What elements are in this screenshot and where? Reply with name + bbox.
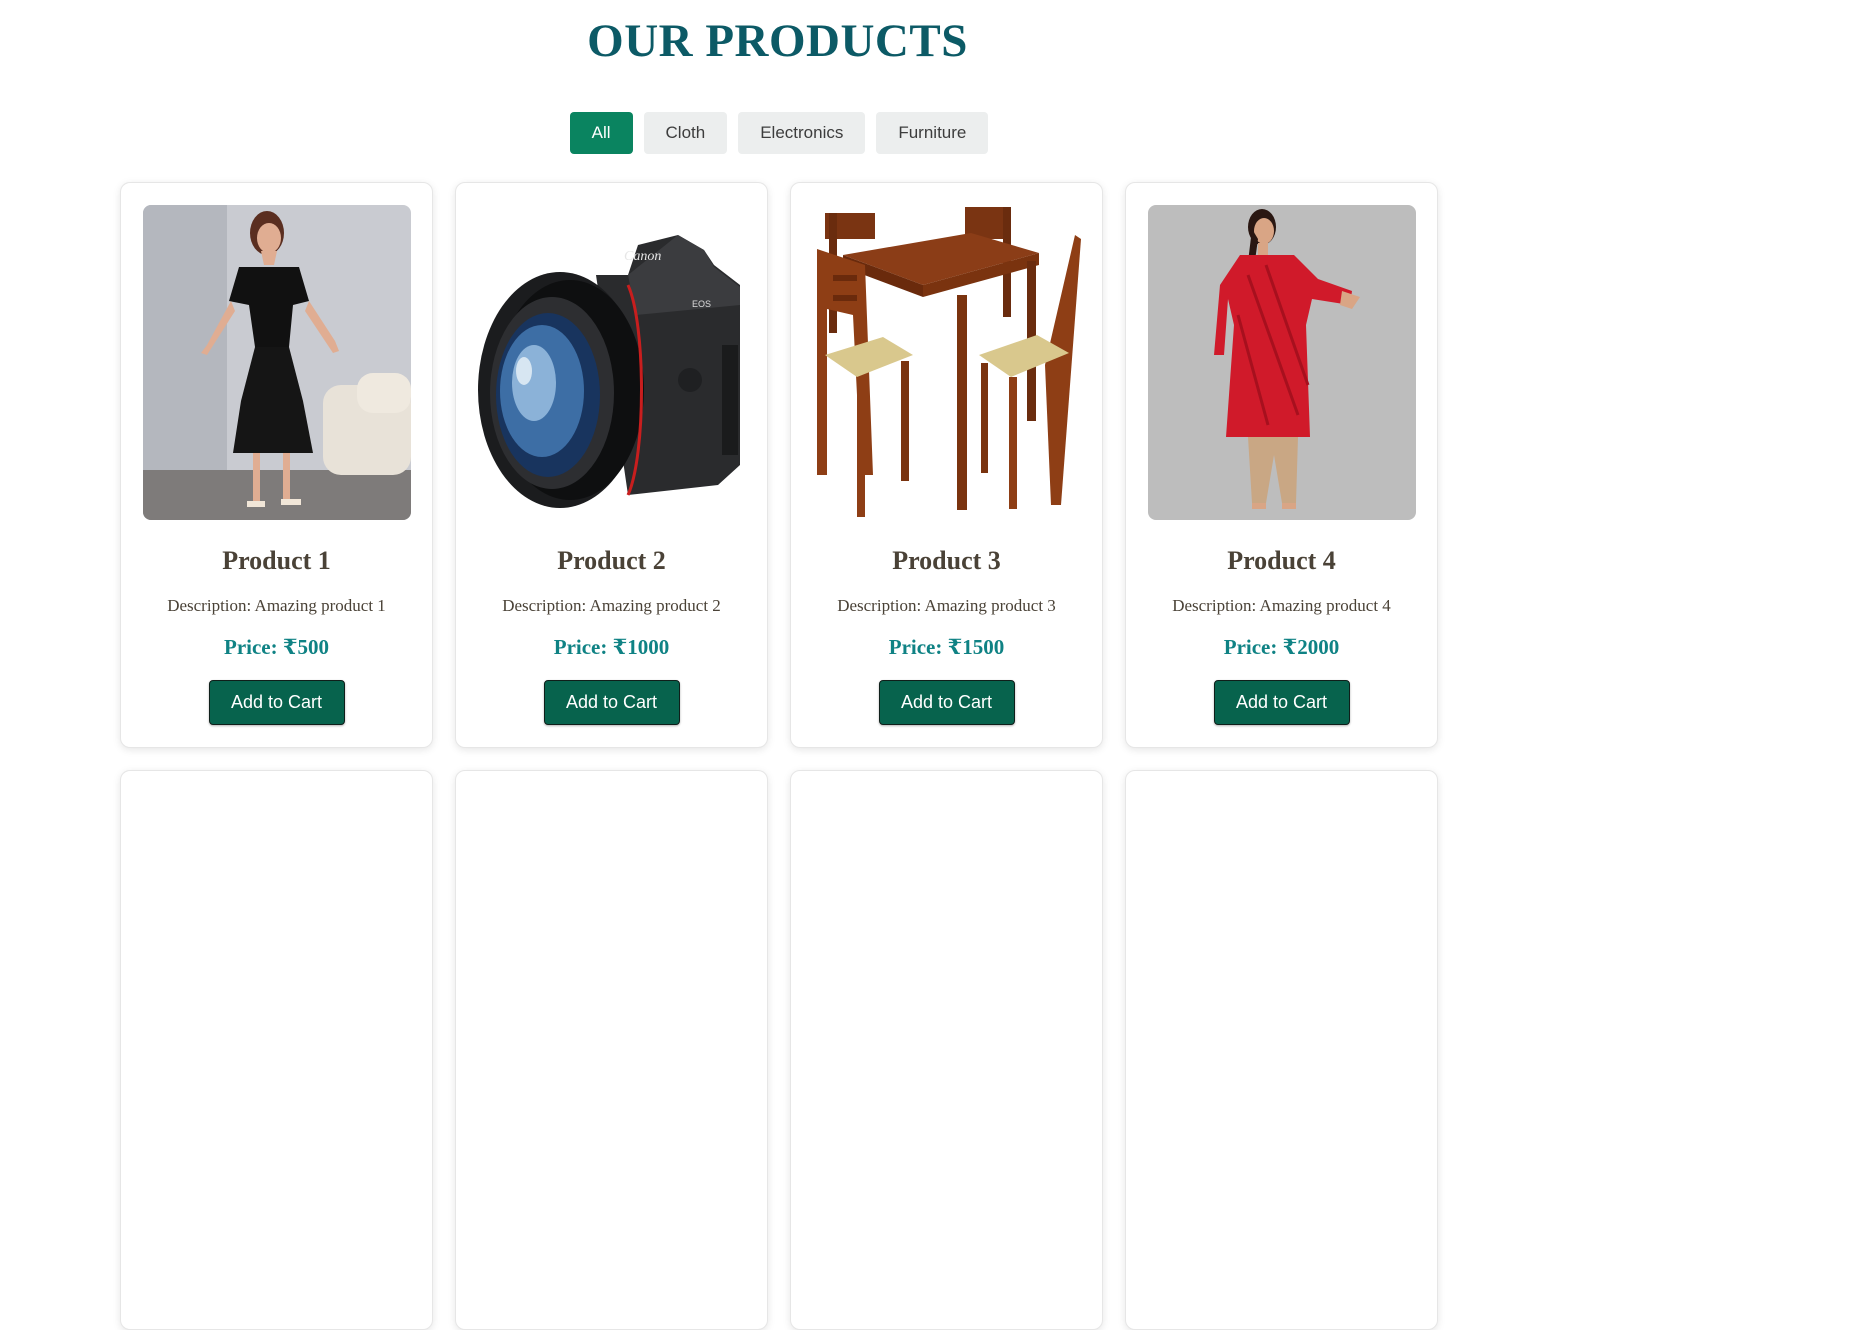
product-name: Product 2 [557,546,666,575]
red-kurta-photo [1148,205,1416,520]
filter-furniture-button[interactable]: Furniture [876,112,989,154]
product-card: Product 1 Description: Amazing product 1… [120,182,433,748]
product-price: Price: ₹1500 [888,635,1005,659]
product-name: Product 4 [1227,546,1336,575]
product-price: Price: ₹2000 [1223,635,1340,659]
product-name: Product 1 [222,546,331,575]
product-price: Price: ₹1000 [553,635,670,659]
black-dress-photo [143,205,411,520]
product-card-next-row [120,770,433,1330]
product-description: Description: Amazing product 1 [167,596,386,615]
category-filters: All Cloth Electronics Furniture [0,112,1558,154]
filter-electronics-button[interactable]: Electronics [738,112,866,154]
svg-text:Canon: Canon [624,249,661,264]
add-to-cart-button[interactable]: Add to Cart [1213,680,1350,725]
product-name: Product 3 [892,546,1001,575]
product-card: Product 4 Description: Amazing product 4… [1125,182,1438,748]
dining-table-photo [813,205,1081,520]
page-title: OUR PRODUCTS [587,15,968,67]
add-to-cart-button[interactable]: Add to Cart [878,680,1015,725]
product-image-dress [143,205,411,520]
product-card-next-row [455,770,768,1330]
filter-cloth-button[interactable]: Cloth [643,112,728,154]
product-description: Description: Amazing product 3 [837,596,1056,615]
product-card-next-row [1125,770,1438,1330]
add-to-cart-button[interactable]: Add to Cart [208,680,345,725]
add-to-cart-button[interactable]: Add to Cart [543,680,680,725]
filter-all-button[interactable]: All [569,112,633,154]
product-card: Product 3 Description: Amazing product 3… [790,182,1103,748]
product-image-dining-set [813,205,1081,520]
product-card-next-row [790,770,1103,1330]
product-price: Price: ₹500 [224,635,329,659]
product-grid: Product 1 Description: Amazing product 1… [120,182,1438,1330]
product-description: Description: Amazing product 2 [502,596,721,615]
camera-photo: Canon EOS [478,205,746,520]
product-image-camera: Canon EOS [478,205,746,520]
svg-text:EOS: EOS [692,299,711,309]
product-image-kurta [1148,205,1416,520]
product-description: Description: Amazing product 4 [1172,596,1391,615]
product-card: Canon EOS Product 2 Description: Amazing… [455,182,768,748]
